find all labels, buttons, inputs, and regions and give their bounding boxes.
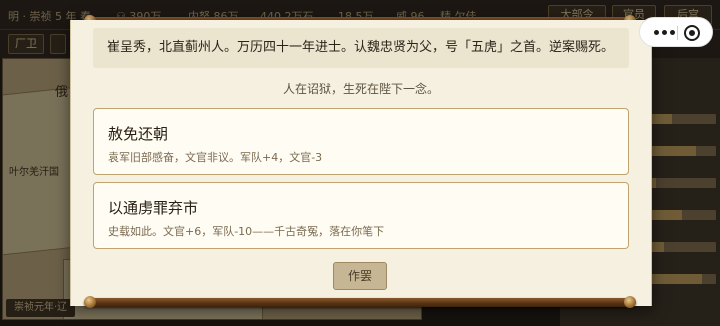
close-miniprogram-icon[interactable] (684, 25, 700, 41)
option-execute[interactable]: 以通虏罪弃市 史载如此。文官+6，军队-10——千古奇冤，落在你笔下 (93, 182, 629, 249)
miniprogram-capsule (639, 17, 713, 47)
dismiss-button[interactable]: 作罢 (333, 262, 387, 290)
option-effects: 史载如此。文官+6，军队-10——千古奇冤，落在你笔下 (108, 225, 385, 238)
more-dots-icon[interactable] (650, 27, 678, 39)
event-prompt: 人在诏狱，生死在陛下一念。 (282, 82, 439, 96)
option-title: 赦免还朝 (108, 125, 169, 143)
scroll-knob (624, 296, 636, 308)
event-dialog: 崔呈秀，北直蓟州人。万历四十一年进士。认魏忠贤为父，号「五虎」之首。逆案赐死。 … (70, 20, 652, 306)
capsule-divider (677, 26, 678, 40)
character-profile: 崔呈秀，北直蓟州人。万历四十一年进士。认魏忠贤为父，号「五虎」之首。逆案赐死。 (93, 28, 629, 68)
option-title: 以通虏罪弃市 (108, 199, 199, 217)
option-pardon[interactable]: 赦免还朝 袁军旧部感奋，文官非议。军队+4，文官-3 (93, 108, 629, 175)
option-effects: 袁军旧部感奋，文官非议。军队+4，文官-3 (108, 151, 323, 164)
scroll-knob (84, 296, 96, 308)
scroll-rod-bottom (84, 298, 636, 307)
